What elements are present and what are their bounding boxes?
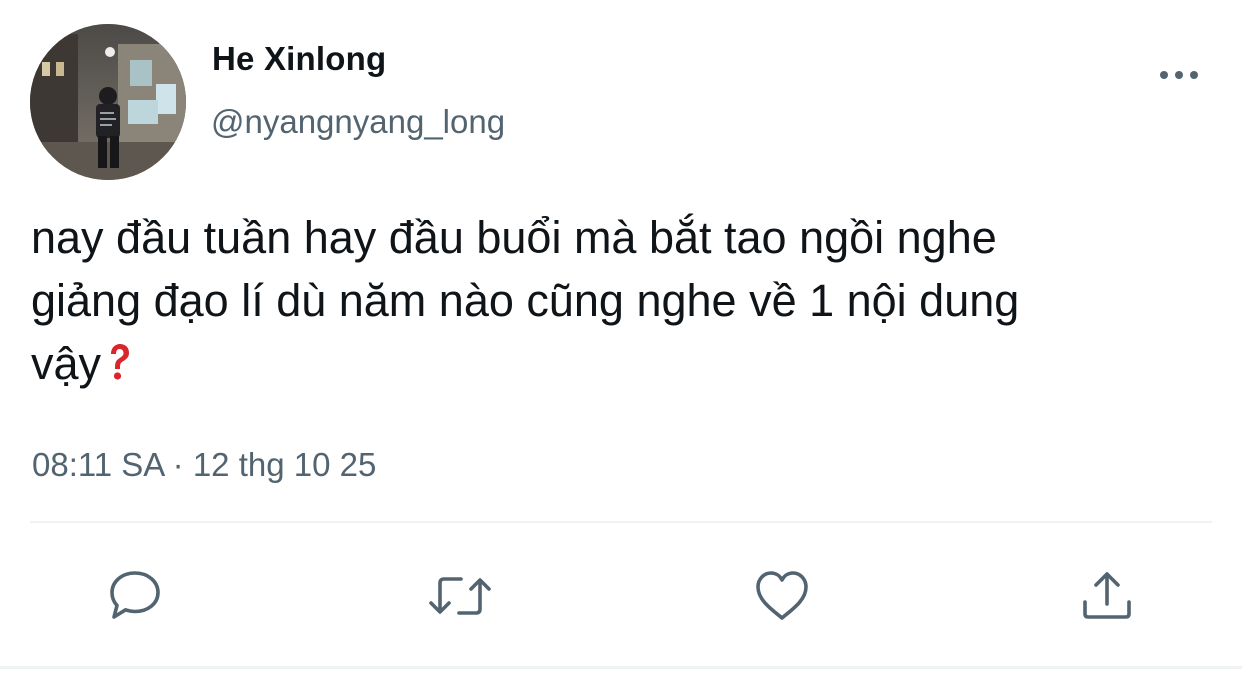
retweet-icon[interactable] (427, 566, 493, 626)
tweet-text-line-last: vậy (31, 332, 1181, 399)
like-icon[interactable] (752, 566, 812, 626)
divider (30, 521, 1212, 523)
reply-icon[interactable] (105, 566, 165, 626)
tweet-text-line: giảng đạo lí dù năm nào cũng nghe về 1 n… (31, 275, 1020, 326)
bottom-divider (0, 666, 1242, 669)
display-name[interactable]: He Xinlong (212, 40, 386, 78)
tweet-text-line: nay đầu tuần hay đầu buổi mà bắt tao ngồ… (31, 212, 997, 263)
tweet-timestamp[interactable]: 08:11 SA · 12 thg 10 25 (32, 446, 376, 484)
tweet-card: He Xinlong @nyangnyang_long nay đầu tuần… (0, 0, 1242, 687)
tweet-text-line: vậy (31, 338, 102, 389)
more-options-icon[interactable] (1156, 60, 1202, 90)
user-handle[interactable]: @nyangnyang_long (211, 103, 505, 141)
red-question-mark-icon (107, 336, 131, 399)
avatar[interactable] (30, 24, 186, 180)
share-icon[interactable] (1077, 566, 1137, 626)
tweet-text: nay đầu tuần hay đầu buổi mà bắt tao ngồ… (31, 206, 1181, 399)
